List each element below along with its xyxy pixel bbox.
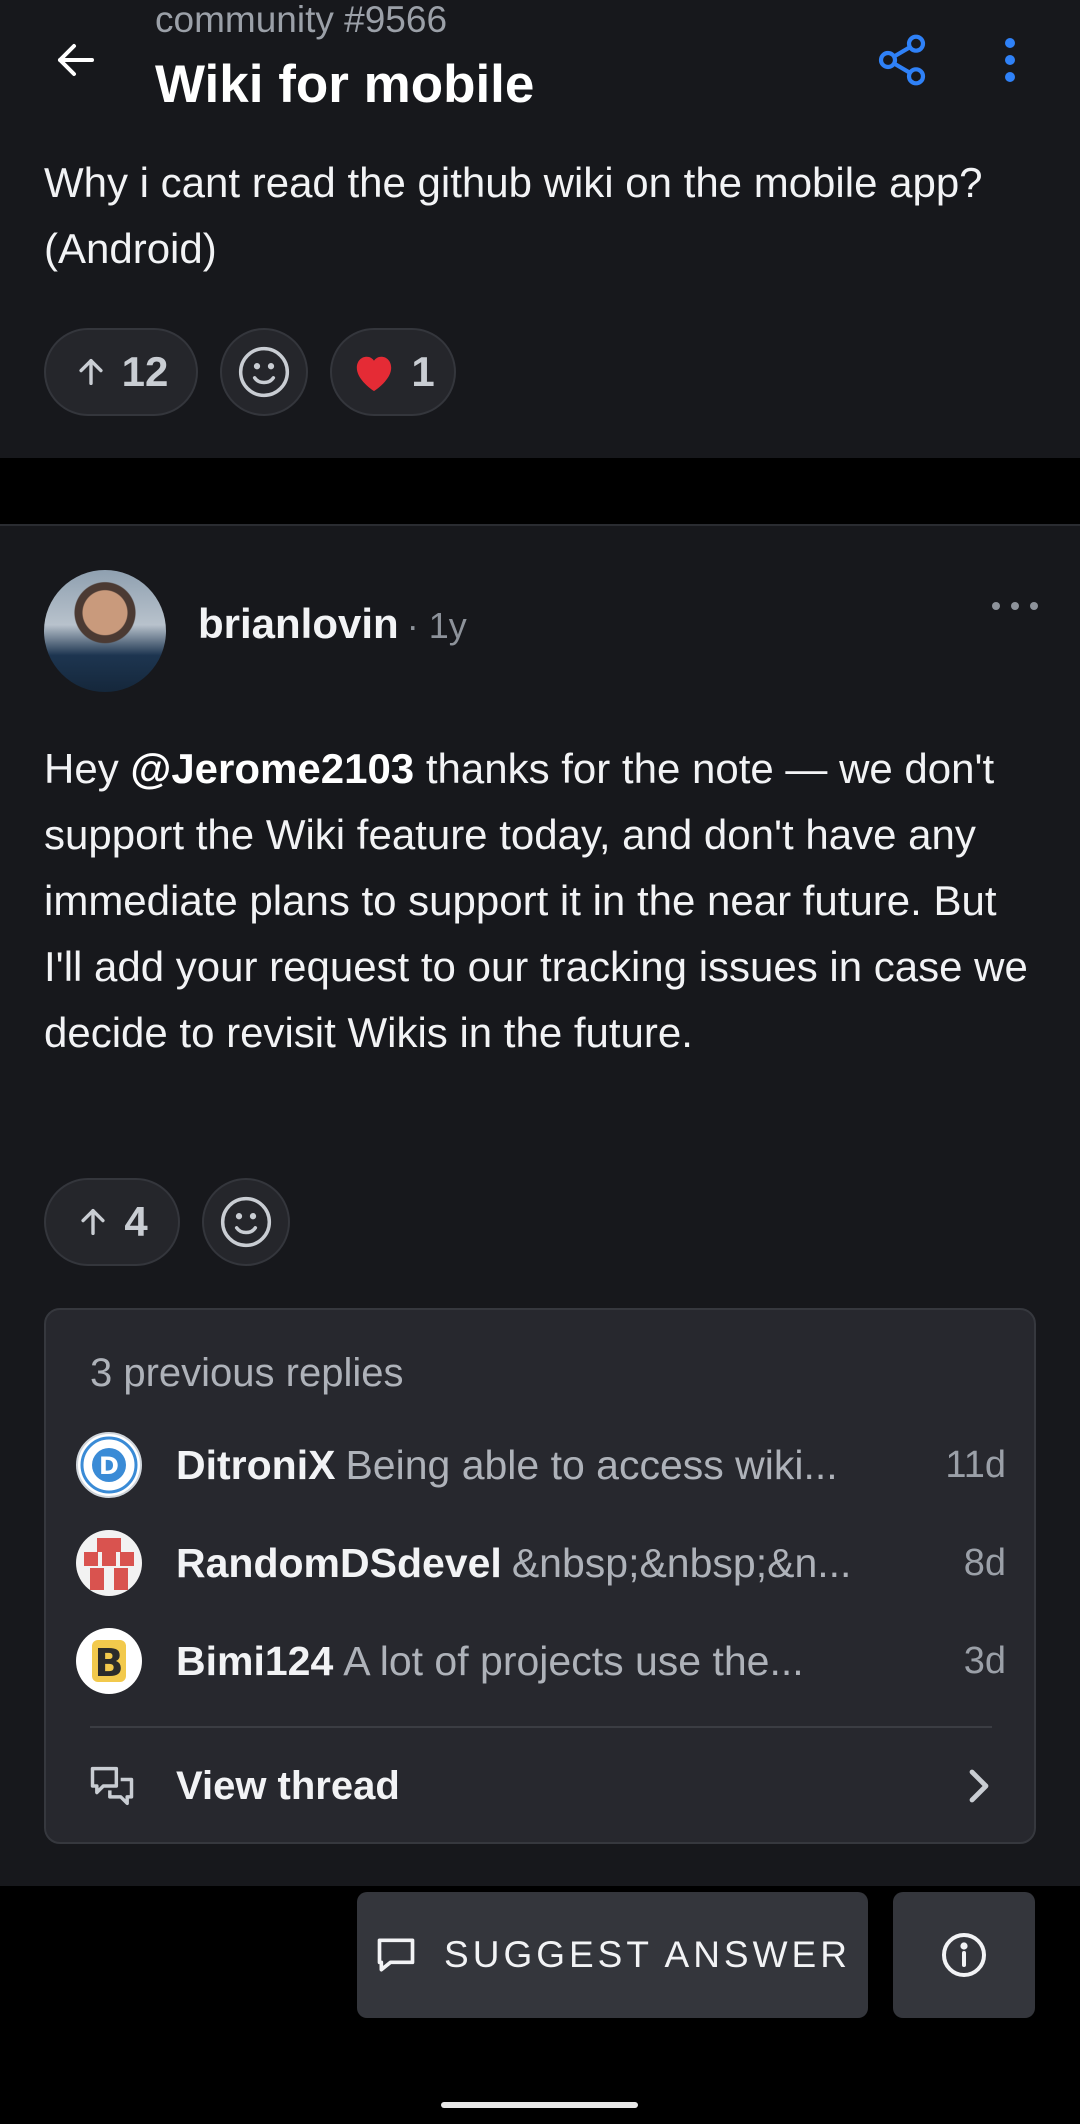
answer-body-prefix: Hey <box>44 745 131 792</box>
identicon-icon <box>84 1538 134 1590</box>
comment-icon <box>377 1938 415 1972</box>
list-item[interactable]: RandomDSdevel &nbsp;&nbsp;&n... 8d <box>76 1528 1006 1598</box>
reply-time: 11d <box>945 1444 1006 1486</box>
more-horizontal-icon <box>992 602 1038 610</box>
user-mention[interactable]: @Jerome2103 <box>130 745 414 792</box>
add-reaction-button[interactable] <box>220 328 308 416</box>
share-button[interactable] <box>866 24 938 96</box>
replies-title: 3 previous replies <box>90 1351 404 1395</box>
suggest-answer-label: SUGGEST ANSWER <box>444 1934 851 1975</box>
reply-user: Bimi124 <box>176 1638 334 1684</box>
heart-reaction-button[interactable]: 1 <box>330 328 456 416</box>
suggest-answer-button[interactable]: SUGGEST ANSWER <box>357 1892 868 2018</box>
section-separator <box>0 458 1080 524</box>
chevron-right-icon <box>969 1769 989 1803</box>
info-button[interactable] <box>893 1892 1035 2018</box>
avatar: B <box>76 1628 142 1694</box>
view-thread-button[interactable]: View thread <box>46 1730 1036 1842</box>
reply-snippet: A lot of projects use the... <box>343 1638 804 1684</box>
view-thread-label: View thread <box>176 1764 400 1808</box>
arrow-up-icon <box>79 358 103 386</box>
previous-replies-panel: 3 previous replies D DitroniX Being able … <box>44 1308 1036 1844</box>
reply-user: DitroniX <box>176 1442 336 1488</box>
home-indicator[interactable] <box>441 2102 638 2108</box>
reply-text: RandomDSdevel &nbsp;&nbsp;&n... <box>176 1536 896 1590</box>
page-title: Wiki for mobile <box>155 55 535 114</box>
author-name[interactable]: brianlovin <box>198 600 399 647</box>
info-icon <box>942 1933 986 1977</box>
avatar <box>76 1530 142 1596</box>
bimi-logo-icon: B <box>92 1640 126 1685</box>
question-card: community #9566 Wiki for mobile Why i ca… <box>0 0 1080 458</box>
reply-time: 8d <box>963 1542 1006 1584</box>
upvote-count: 12 <box>121 348 169 395</box>
share-icon <box>878 34 926 86</box>
reply-text: Bimi124 A lot of projects use the... <box>176 1634 896 1688</box>
avatar[interactable] <box>44 570 166 692</box>
answer-add-reaction-button[interactable] <box>202 1178 290 1266</box>
smiley-icon <box>220 1196 272 1248</box>
avatar: D <box>76 1432 142 1498</box>
upvote-button[interactable]: 12 <box>44 328 198 416</box>
answer-body: Hey @Jerome2103 thanks for the note — we… <box>44 736 1034 1066</box>
answer-card: brianlovin · 1y Hey @Jerome2103 thanks fo… <box>0 524 1080 1886</box>
answer-time: · 1y <box>406 605 467 646</box>
reply-time: 3d <box>963 1640 1006 1682</box>
discussion-number: community #9566 <box>155 0 448 40</box>
comment-discussion-icon <box>90 1766 134 1806</box>
smiley-icon <box>238 346 290 398</box>
heart-count: 1 <box>411 348 435 395</box>
reply-snippet: &nbsp;&nbsp;&n... <box>511 1540 852 1586</box>
svg-text:B: B <box>95 1641 124 1685</box>
question-body: Why i cant read the github wiki on the m… <box>44 159 983 272</box>
bottom-action-bar: SUGGEST ANSWER <box>0 1886 1080 2124</box>
heart-icon <box>357 356 392 392</box>
arrow-left-icon <box>58 44 94 76</box>
reply-snippet: Being able to access wiki... <box>345 1442 838 1488</box>
list-item[interactable]: B Bimi124 A lot of projects use the... 3d <box>76 1626 1006 1696</box>
answer-author-line: brianlovin · 1y <box>198 596 467 662</box>
reply-user: RandomDSdevel <box>176 1540 502 1586</box>
ditronix-logo-icon: D <box>80 1436 138 1494</box>
divider <box>90 1726 992 1728</box>
arrow-up-icon <box>81 1208 105 1236</box>
more-options-button[interactable] <box>985 24 1035 96</box>
answer-upvote-count: 4 <box>124 1198 148 1245</box>
svg-text:D: D <box>99 1452 119 1480</box>
back-button[interactable] <box>44 28 108 92</box>
reply-text: DitroniX Being able to access wiki... <box>176 1438 896 1492</box>
list-item[interactable]: D DitroniX Being able to access wiki... 1… <box>76 1430 1006 1500</box>
answer-options-button[interactable] <box>985 586 1045 626</box>
answer-upvote-button[interactable]: 4 <box>44 1178 180 1266</box>
more-vertical-icon <box>1005 38 1015 82</box>
